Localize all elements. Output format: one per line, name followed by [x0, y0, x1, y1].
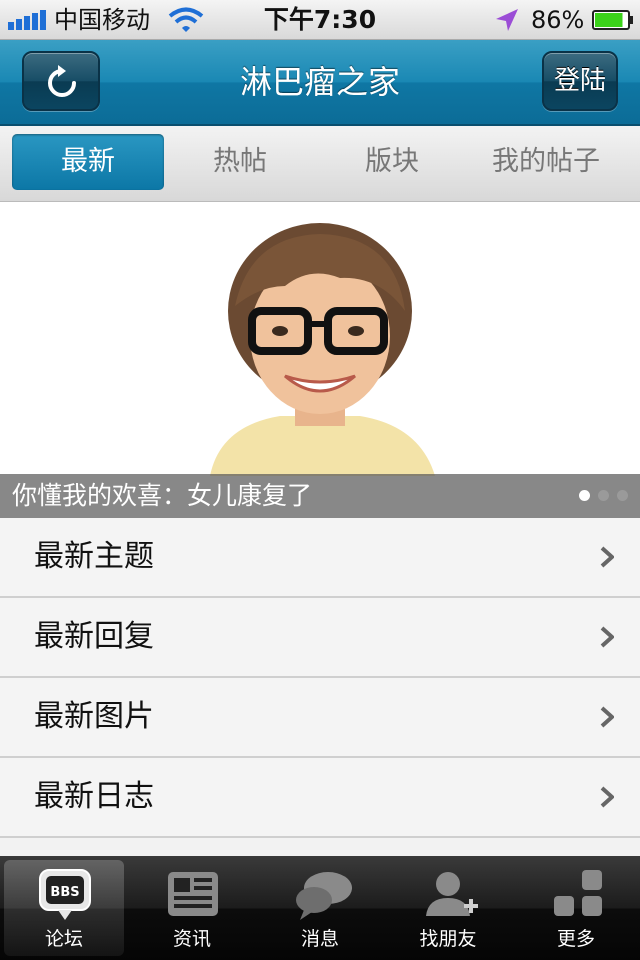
tabbar-news[interactable]: 资讯	[132, 860, 252, 956]
nav-bar: 淋巴瘤之家 登陆	[0, 40, 640, 126]
list-item-latest-logs[interactable]: 最新日志	[0, 758, 640, 838]
location-arrow-icon	[496, 9, 518, 31]
tabbar-label: 消息	[300, 928, 339, 950]
news-icon	[168, 872, 218, 916]
bottom-tab-bar: BBS 论坛 资讯 消息 找朋友 更多	[0, 856, 640, 960]
chevron-right-icon	[600, 546, 614, 568]
refresh-icon	[48, 65, 76, 97]
chevron-right-icon	[600, 626, 614, 648]
tabbar-label: 更多	[556, 928, 595, 950]
tabbar-label: 找朋友	[419, 928, 477, 950]
login-button[interactable]: 登陆	[542, 51, 618, 111]
status-bar: 中国移动 下午7:30 86%	[0, 0, 640, 40]
chat-bubbles-icon	[296, 872, 352, 920]
latest-list: 最新主题 最新回复 最新图片 最新日志	[0, 518, 640, 856]
tab-hot-posts[interactable]: 热帖	[164, 134, 316, 190]
page-dot	[617, 490, 628, 501]
tab-latest[interactable]: 最新	[12, 134, 164, 190]
list-item-latest-pictures[interactable]: 最新图片	[0, 678, 640, 758]
banner-photo	[210, 223, 435, 476]
page-dot	[579, 490, 590, 501]
page-title: 淋巴瘤之家	[239, 63, 400, 101]
more-grid-icon	[554, 870, 602, 916]
list-item-label: 最新图片	[34, 699, 154, 734]
battery-icon	[592, 10, 633, 30]
bbs-badge-text: BBS	[50, 885, 79, 900]
add-friend-icon	[426, 872, 478, 916]
list-item-latest-topics[interactable]: 最新主题	[0, 518, 640, 598]
chevron-right-icon	[600, 706, 614, 728]
banner-caption: 你懂我的欢喜：女儿康复了	[12, 481, 313, 510]
bbs-icon: BBS	[39, 869, 91, 920]
segment-tabs: 最新 热帖 版块 我的帖子	[0, 126, 640, 202]
list-item-label: 最新日志	[34, 779, 154, 814]
tabbar-find-friends[interactable]: 找朋友	[388, 860, 508, 956]
featured-banner[interactable]: 你懂我的欢喜：女儿康复了	[0, 202, 640, 518]
tabbar-more[interactable]: 更多	[516, 860, 636, 956]
tabbar-messages[interactable]: 消息	[260, 860, 380, 956]
tabbar-label: 资讯	[172, 928, 211, 950]
page-indicator[interactable]	[579, 490, 628, 501]
tab-my-posts[interactable]: 我的帖子	[466, 134, 626, 190]
refresh-button[interactable]	[22, 51, 100, 111]
list-item-latest-replies[interactable]: 最新回复	[0, 598, 640, 678]
tabbar-label: 论坛	[44, 928, 83, 950]
battery-percent: 86%	[531, 6, 585, 34]
chevron-right-icon	[600, 786, 614, 808]
list-item-label: 最新主题	[34, 539, 154, 574]
page-dot	[598, 490, 609, 501]
tab-sections[interactable]: 版块	[316, 134, 468, 190]
tabbar-forum[interactable]: BBS 论坛	[4, 860, 124, 956]
list-item-label: 最新回复	[34, 619, 154, 654]
banner-caption-bar: 你懂我的欢喜：女儿康复了	[0, 474, 640, 518]
